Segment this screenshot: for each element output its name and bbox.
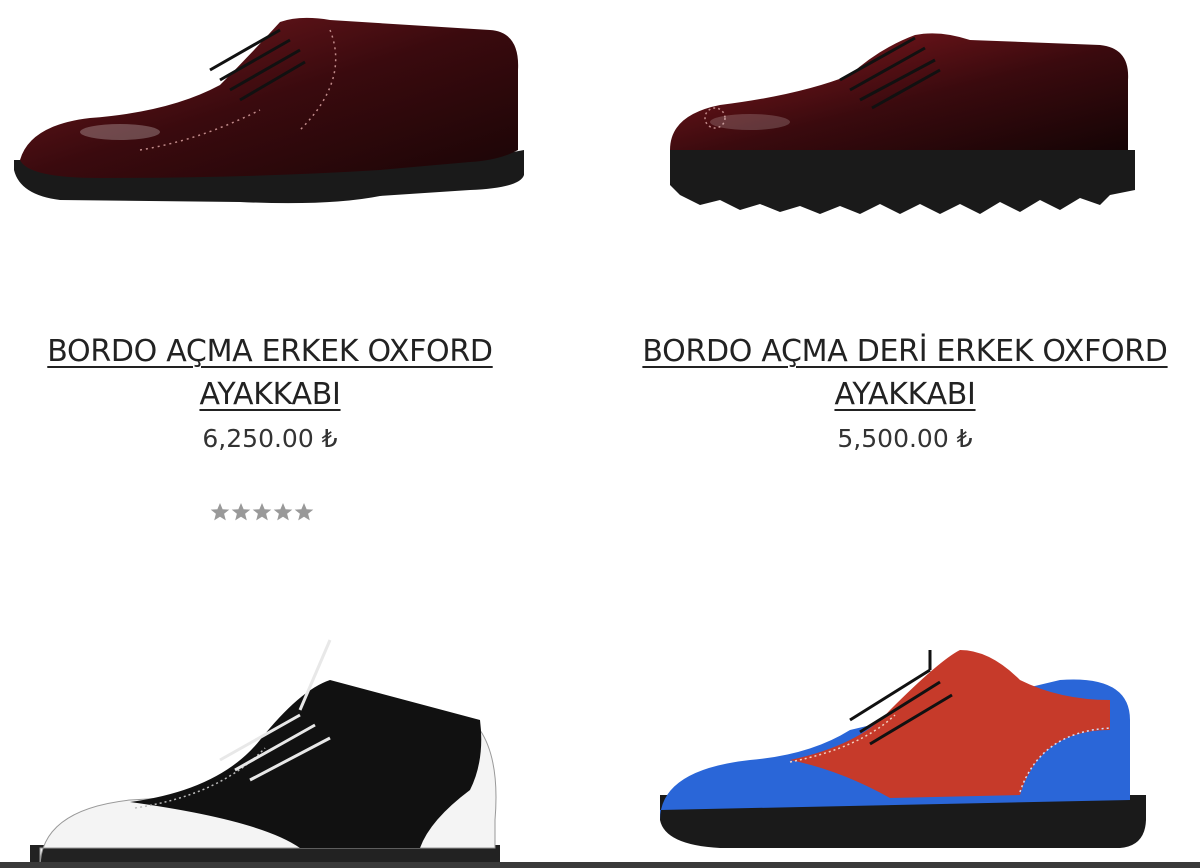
star-icon: [273, 503, 293, 521]
product-title-2[interactable]: BORDO AÇMA DERİ ERKEK OXFORD AYAKKABI: [630, 330, 1180, 416]
product-image-3[interactable]: [0, 620, 560, 868]
rating-stars: [210, 502, 314, 522]
product-title-1-line2[interactable]: AYAKKABI: [20, 373, 520, 416]
product-title-1-line1[interactable]: BORDO AÇMA ERKEK OXFORD: [20, 330, 520, 373]
star-icon: [231, 503, 251, 521]
star-icon: [252, 503, 272, 521]
star-icon: [294, 503, 314, 521]
product-title-2-line1[interactable]: BORDO AÇMA DERİ ERKEK OXFORD: [630, 330, 1180, 373]
product-image-2[interactable]: [640, 0, 1200, 290]
star-icon: [210, 503, 230, 521]
product-price-1: 6,250.00 ₺: [202, 424, 338, 453]
product-title-1[interactable]: BORDO AÇMA ERKEK OXFORD AYAKKABI: [20, 330, 520, 416]
product-image-4[interactable]: [640, 620, 1200, 868]
product-title-2-line2[interactable]: AYAKKABI: [630, 373, 1180, 416]
product-price-2: 5,500.00 ₺: [837, 424, 973, 453]
bottom-bar: [0, 862, 1200, 868]
product-image-1[interactable]: [0, 0, 560, 290]
